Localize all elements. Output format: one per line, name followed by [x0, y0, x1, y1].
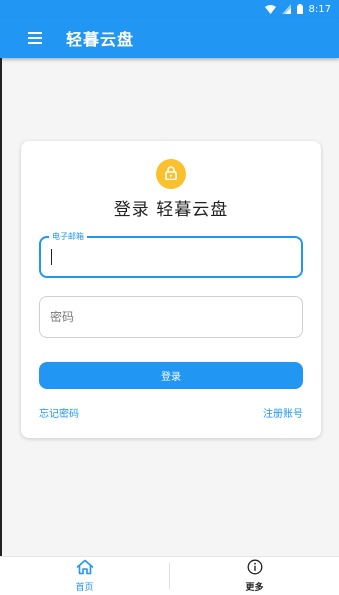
lock-badge — [156, 159, 186, 189]
nav-item-more[interactable]: 更多 — [170, 557, 339, 595]
lock-icon — [165, 165, 177, 184]
login-title: 登录 轻暮云盘 — [113, 200, 229, 220]
email-field[interactable]: 电子邮箱 — [39, 231, 303, 278]
nav-label-home: 首页 — [75, 583, 94, 593]
app-bar: 轻暮云盘 — [0, 18, 339, 58]
nav-label-more: 更多 — [245, 583, 264, 593]
left-edge-divider — [0, 58, 2, 595]
status-bar: 8:17 — [0, 0, 339, 18]
wifi-icon — [264, 4, 276, 14]
password-input[interactable] — [40, 297, 302, 337]
forgot-password-link[interactable]: 忘记密码 — [39, 405, 79, 420]
bottom-nav: 首页 更多 — [0, 556, 339, 595]
status-time: 8:17 — [308, 3, 331, 15]
email-input[interactable] — [41, 238, 301, 276]
app-title: 轻暮云盘 — [66, 30, 135, 49]
info-icon — [247, 559, 263, 579]
login-card: 登录 轻暮云盘 电子邮箱 登录 忘记密码 注册账号 — [21, 141, 321, 438]
battery-icon — [296, 4, 303, 14]
register-link[interactable]: 注册账号 — [263, 405, 303, 420]
password-field[interactable] — [39, 296, 303, 338]
menu-icon — [28, 29, 42, 48]
login-button[interactable]: 登录 — [39, 362, 303, 389]
home-icon — [76, 559, 94, 579]
nav-item-home[interactable]: 首页 — [0, 557, 169, 595]
menu-button[interactable] — [20, 23, 50, 53]
signal-icon — [281, 4, 291, 14]
